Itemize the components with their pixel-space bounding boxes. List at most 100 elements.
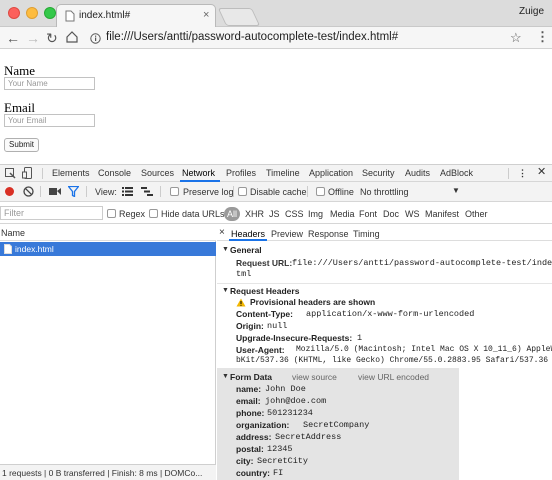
record-icon[interactable] (5, 187, 14, 196)
form-field-name: address: (236, 432, 272, 442)
forward-icon[interactable]: → (26, 30, 40, 46)
form-field-value: John Doe (265, 384, 306, 394)
url-text[interactable]: file:///Users/antti/password-autocomplet… (106, 31, 398, 43)
preserve-log-label: Preserve log (183, 187, 234, 197)
tab-elements[interactable]: Elements (52, 167, 90, 180)
detail-tabbar: × Headers Preview Response Timing (217, 224, 552, 241)
active-tab-indicator (229, 239, 267, 241)
header-value: application/x-www-form-urlencoded (306, 309, 475, 319)
expand-triangle-icon[interactable]: ▼ (222, 371, 229, 383)
warning-icon (236, 298, 246, 307)
type-filter-ws[interactable]: WS (405, 208, 420, 220)
clear-icon[interactable] (23, 186, 34, 197)
type-filter-all[interactable]: All (224, 207, 241, 221)
tab-preview[interactable]: Preview (271, 228, 303, 240)
name-input[interactable]: Your Name (4, 77, 95, 90)
form-field-name: email: (236, 396, 261, 406)
form-field-value: SecretCompany (303, 420, 370, 430)
header-name: Content-Type: (236, 309, 293, 319)
type-filter-manifest[interactable]: Manifest (425, 208, 459, 220)
view-url-encoded-link[interactable]: view URL encoded (358, 371, 429, 383)
form-field-value: 12345 (267, 444, 293, 454)
camera-icon[interactable] (49, 187, 61, 196)
devtools-close-icon[interactable]: ✕ (537, 166, 546, 179)
info-icon[interactable] (90, 33, 101, 44)
offline-label: Offline (328, 187, 354, 197)
tab-profiles[interactable]: Profiles (226, 167, 256, 180)
request-list-header: Name (0, 224, 216, 241)
close-details-icon[interactable]: × (219, 227, 225, 239)
back-icon[interactable]: ← (6, 30, 20, 46)
chevron-down-icon[interactable]: ▼ (452, 185, 460, 197)
device-toolbar-icon[interactable] (22, 167, 33, 179)
view-source-link[interactable]: view source (292, 371, 337, 383)
type-filter-xhr[interactable]: XHR (245, 208, 264, 220)
type-filter-other[interactable]: Other (465, 208, 488, 220)
throttling-select[interactable]: No throttling (360, 186, 409, 198)
browser-tab[interactable]: index.html# × (56, 4, 216, 28)
type-filter-font[interactable]: Font (359, 208, 377, 220)
tab-adblock[interactable]: AdBlock (440, 167, 473, 180)
address-bar[interactable]: file:///Users/antti/password-autocomplet… (90, 29, 528, 48)
minimize-window-button[interactable] (26, 7, 38, 19)
header-value-cont: bKit/537.36 (KHTML, like Gecko) Chrome/5… (236, 356, 549, 365)
tab-network[interactable]: Network (182, 167, 215, 180)
type-filter-img[interactable]: Img (308, 208, 323, 220)
devtools-menu-icon[interactable]: ⋮ (518, 167, 527, 180)
view-label: View: (95, 187, 117, 197)
new-tab-button[interactable] (217, 8, 261, 26)
profile-name[interactable]: Zuige (519, 6, 544, 18)
tab-response[interactable]: Response (308, 228, 349, 240)
waterfall-icon[interactable] (141, 187, 153, 196)
regex-checkbox[interactable] (107, 209, 116, 218)
window-titlebar: index.html# × Zuige (0, 0, 552, 28)
type-filter-media[interactable]: Media (330, 208, 355, 220)
type-filter-doc[interactable]: Doc (383, 208, 399, 220)
network-status-bar: 1 requests | 0 B transferred | Finish: 8… (0, 464, 216, 480)
email-input[interactable]: Your Email (4, 114, 95, 127)
tab-console[interactable]: Console (98, 167, 131, 180)
tab-security[interactable]: Security (362, 167, 395, 180)
home-icon[interactable] (66, 31, 78, 43)
tab-audits[interactable]: Audits (405, 167, 430, 180)
regex-label: Regex (119, 209, 146, 219)
tab-timeline[interactable]: Timeline (266, 167, 300, 180)
reload-icon[interactable]: ↻ (46, 30, 58, 46)
expand-triangle-icon[interactable]: ▼ (222, 244, 229, 256)
type-filter-css[interactable]: CSS (285, 208, 304, 220)
filter-input[interactable]: Filter (0, 206, 103, 220)
tab-application[interactable]: Application (309, 167, 353, 180)
request-name: index.html (15, 244, 54, 254)
hide-data-urls-checkbox[interactable] (149, 209, 158, 218)
form-field-name: postal: (236, 444, 264, 454)
form-field-value: 501231234 (267, 408, 313, 418)
type-filter-js[interactable]: JS (269, 208, 280, 220)
preserve-log-checkbox[interactable] (170, 187, 179, 196)
expand-triangle-icon[interactable]: ▼ (222, 285, 229, 297)
page-icon (65, 10, 75, 22)
submit-button[interactable]: Submit (4, 138, 39, 152)
large-rows-icon[interactable] (122, 187, 133, 196)
request-row[interactable]: index.html (0, 242, 216, 256)
offline-checkbox[interactable] (316, 187, 325, 196)
star-icon[interactable]: ☆ (510, 30, 522, 46)
tab-timing[interactable]: Timing (353, 228, 380, 240)
filter-icon[interactable] (68, 186, 79, 197)
divider (307, 186, 308, 197)
filter-bar: Filter Regex Hide data URLs All XHR JS C… (0, 202, 552, 224)
disable-cache-checkbox[interactable] (238, 187, 247, 196)
browser-toolbar: ← → ↻ file:///Users/antti/password-autoc… (0, 27, 552, 49)
general-section-title[interactable]: General (230, 244, 262, 256)
menu-icon[interactable]: ⋮ (536, 29, 549, 45)
name-column-header[interactable]: Name (1, 227, 25, 239)
tab-close-icon[interactable]: × (203, 9, 209, 21)
header-value: 1 (357, 333, 363, 343)
divider (86, 186, 87, 197)
close-window-button[interactable] (8, 7, 20, 19)
form-data-title[interactable]: Form Data (230, 371, 272, 383)
tab-sources[interactable]: Sources (141, 167, 174, 180)
inspect-element-icon[interactable] (5, 168, 16, 179)
divider (508, 168, 509, 179)
request-url-value: file:///Users/antti/password-autocomplet… (292, 258, 552, 268)
zoom-window-button[interactable] (44, 7, 56, 19)
